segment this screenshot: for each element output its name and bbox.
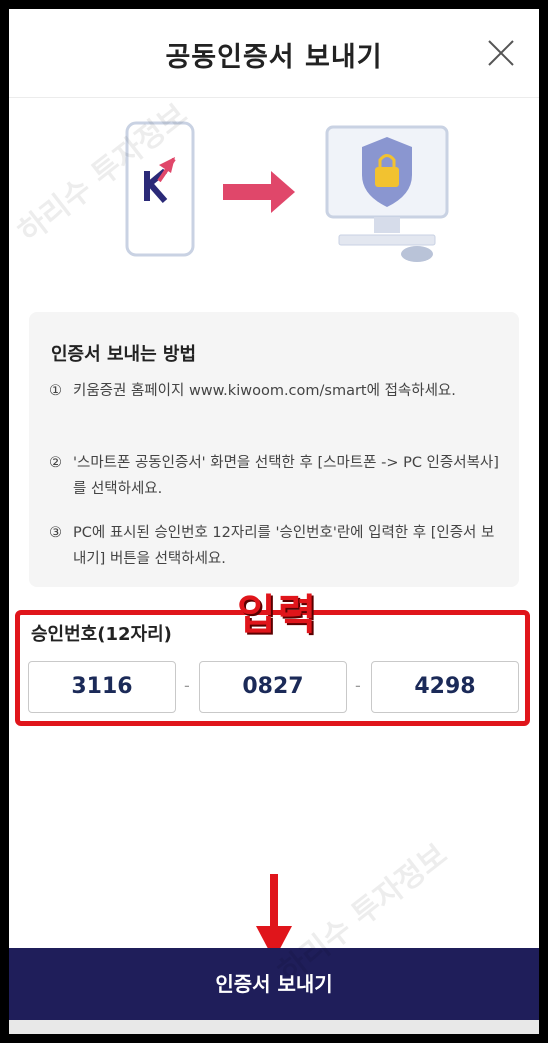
page-title: 공동인증서 보내기 (165, 42, 383, 73)
separator: - (184, 676, 190, 695)
close-icon[interactable] (485, 37, 517, 69)
approval-code-field-2[interactable]: 0827 (199, 661, 347, 713)
guide-box: 인증서 보내는 방법 ① 키움증권 홈페이지 www.kiwoom.com/sm… (29, 312, 519, 587)
approval-code-field-3[interactable]: 4298 (371, 661, 519, 713)
step-text: PC에 표시된 승인번호 12자리를 '승인번호'란에 입력한 후 [인증서 보… (73, 525, 495, 567)
screen: 공동인증서 보내기 K 인증서 보내는 방법 ① 키움증권 홈페이지 www.k… (9, 9, 539, 1034)
approval-code-field-1[interactable]: 3116 (28, 661, 176, 713)
header: 공동인증서 보내기 (9, 9, 539, 98)
arrow-right-icon (223, 171, 295, 213)
step-number: ② (49, 455, 62, 471)
step-text: 키움증권 홈페이지 www.kiwoom.com/smart에 접속하세요. (73, 383, 456, 399)
separator: - (355, 676, 361, 695)
step-text: '스마트폰 공동인증서' 화면을 선택한 후 [스마트폰 -> PC 인증서복사… (73, 455, 499, 497)
guide-step-1: ① 키움증권 홈페이지 www.kiwoom.com/smart에 접속하세요. (49, 378, 499, 404)
step-number: ③ (49, 525, 62, 541)
annotation-input-label: 입력 (237, 590, 319, 639)
approval-number-label: 승인번호(12자리) (31, 624, 172, 645)
guide-title: 인증서 보내는 방법 (51, 344, 197, 365)
guide-step-2: ② '스마트폰 공동인증서' 화면을 선택한 후 [스마트폰 -> PC 인증서… (49, 450, 499, 502)
guide-step-3: ③ PC에 표시된 승인번호 12자리를 '승인번호'란에 입력한 후 [인증서… (49, 520, 499, 572)
step-number: ① (49, 383, 62, 399)
bottom-bar (9, 1020, 539, 1034)
